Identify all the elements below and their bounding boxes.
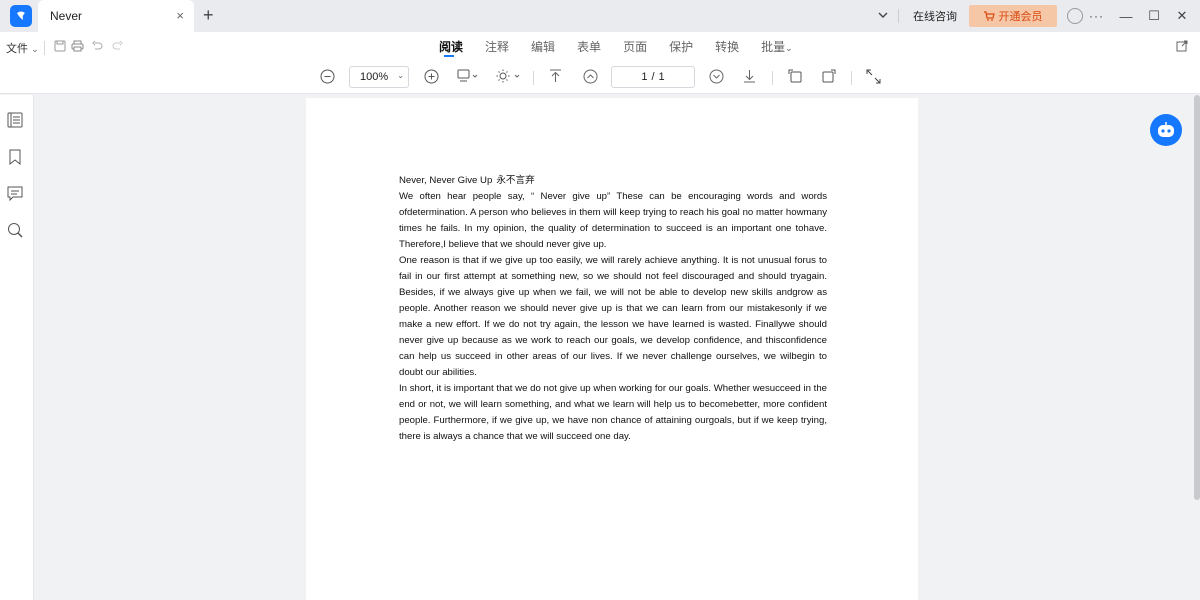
chevron-down-icon: ⌄ bbox=[31, 44, 39, 54]
divider bbox=[533, 71, 534, 85]
maximize-icon[interactable]: ☐ bbox=[1142, 8, 1166, 24]
zoom-select[interactable]: 100% ⌄ bbox=[349, 66, 409, 88]
menu-bar: 文件 ⌄ 阅读 注释 编辑 表单 页面 保护 转换 批量⌄ bbox=[0, 32, 1200, 62]
brightness-icon[interactable] bbox=[496, 69, 522, 87]
pdf-page: Never, Never Give Up 永不言弃 We often hear p… bbox=[306, 98, 918, 600]
rotate-right-icon[interactable] bbox=[821, 69, 836, 88]
user-avatar-icon[interactable] bbox=[1067, 8, 1083, 24]
divider bbox=[898, 9, 899, 23]
vertical-scrollbar[interactable] bbox=[1194, 95, 1200, 500]
page-content: Never, Never Give Up 永不言弃 We often hear p… bbox=[399, 173, 827, 445]
page-separator: / bbox=[651, 71, 655, 83]
tab-annotate[interactable]: 注释 bbox=[474, 38, 520, 55]
prev-page-icon[interactable] bbox=[583, 69, 598, 88]
tab-batch[interactable]: 批量⌄ bbox=[750, 38, 804, 55]
read-mode-icon[interactable] bbox=[457, 69, 479, 87]
first-page-icon[interactable] bbox=[549, 69, 562, 87]
thumbnails-icon[interactable] bbox=[7, 112, 25, 130]
divider bbox=[772, 71, 773, 85]
tab-list-chevron-icon[interactable] bbox=[878, 10, 888, 22]
document-title: Never, Never Give Up 永不言弃 bbox=[399, 173, 827, 189]
tab-protect[interactable]: 保护 bbox=[658, 38, 704, 55]
vip-label: 开通会员 bbox=[998, 11, 1043, 23]
reader-toolbar: 100% ⌄ 1 / 1 bbox=[0, 62, 1200, 94]
zoom-out-icon[interactable] bbox=[320, 69, 335, 88]
new-tab-icon[interactable]: + bbox=[203, 6, 214, 24]
paragraph-1: We often hear people say, “ Never give u… bbox=[399, 191, 827, 250]
tab-read[interactable]: 阅读 bbox=[428, 38, 474, 57]
redo-icon[interactable] bbox=[112, 40, 124, 55]
close-tab-icon[interactable]: × bbox=[176, 9, 184, 23]
document-viewport[interactable]: Never, Never Give Up 永不言弃 We often hear p… bbox=[34, 95, 1200, 600]
chevron-down-icon: ⌄ bbox=[397, 71, 404, 80]
tab-edit[interactable]: 编辑 bbox=[520, 38, 566, 55]
tab-form[interactable]: 表单 bbox=[566, 38, 612, 55]
page-total: 1 bbox=[658, 71, 665, 83]
tab-convert[interactable]: 转换 bbox=[704, 38, 750, 55]
paragraph-2: One reason is that if we give up too eas… bbox=[399, 255, 827, 378]
print-icon[interactable] bbox=[71, 40, 84, 55]
title-bar: Never × + 在线咨询 开通会员 ··· — ☐ ✕ bbox=[0, 0, 1200, 32]
page-current: 1 bbox=[641, 71, 648, 83]
zoom-in-icon[interactable] bbox=[424, 69, 439, 88]
save-icon[interactable] bbox=[54, 40, 66, 55]
document-title-cn: 永不言弃 bbox=[496, 175, 535, 186]
file-menu-label: 文件 bbox=[6, 43, 28, 55]
online-consult-link[interactable]: 在线咨询 bbox=[913, 8, 957, 24]
document-tab[interactable]: Never × bbox=[38, 0, 194, 32]
document-title-en: Never, Never Give Up bbox=[399, 175, 493, 186]
file-menu[interactable]: 文件 ⌄ bbox=[6, 40, 39, 56]
chevron-down-icon: ⌄ bbox=[785, 43, 793, 53]
search-icon[interactable] bbox=[7, 222, 25, 240]
zoom-value: 100% bbox=[360, 71, 389, 83]
bookmark-icon[interactable] bbox=[7, 149, 25, 167]
fullscreen-icon[interactable] bbox=[866, 69, 881, 88]
next-page-icon[interactable] bbox=[709, 69, 724, 88]
ribbon-tabs: 阅读 注释 编辑 表单 页面 保护 转换 批量⌄ bbox=[428, 38, 804, 57]
close-window-icon[interactable]: ✕ bbox=[1170, 8, 1194, 24]
minimize-icon[interactable]: — bbox=[1114, 9, 1138, 24]
page-number-input[interactable]: 1 / 1 bbox=[611, 66, 695, 88]
open-external-icon[interactable] bbox=[1176, 40, 1188, 55]
more-options-icon[interactable]: ··· bbox=[1089, 9, 1104, 23]
divider bbox=[44, 41, 45, 55]
comments-icon[interactable] bbox=[7, 185, 25, 203]
app-logo-icon[interactable] bbox=[10, 5, 32, 27]
tab-page[interactable]: 页面 bbox=[612, 38, 658, 55]
divider bbox=[851, 71, 852, 85]
undo-icon[interactable] bbox=[91, 40, 103, 55]
left-sidebar bbox=[0, 95, 34, 600]
paragraph-3: In short, it is important that we do not… bbox=[399, 383, 827, 442]
document-tab-title: Never bbox=[50, 9, 83, 23]
vip-button[interactable]: 开通会员 bbox=[969, 5, 1057, 27]
last-page-icon[interactable] bbox=[743, 69, 756, 87]
cart-icon bbox=[983, 11, 995, 21]
ai-assistant-icon[interactable] bbox=[1150, 114, 1182, 146]
rotate-left-icon[interactable] bbox=[788, 69, 803, 88]
tab-batch-label: 批量 bbox=[761, 40, 786, 54]
